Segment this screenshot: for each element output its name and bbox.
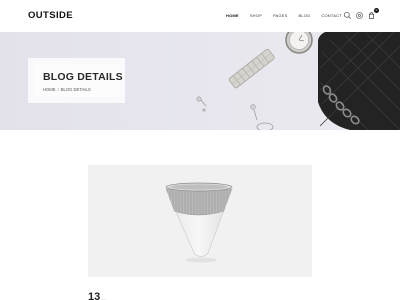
main-nav: HOME SHOP PAGES BLOG CONTACT <box>226 13 353 18</box>
breadcrumb-home-link[interactable]: HOME <box>43 87 56 92</box>
page-title: BLOG DETAILS <box>43 71 123 83</box>
cart-icon[interactable]: 0 <box>367 8 379 20</box>
site-logo[interactable]: OUTSIDE <box>28 10 73 21</box>
cart-count-badge: 0 <box>374 8 379 13</box>
gear-icon[interactable] <box>355 11 364 20</box>
nav-item-home[interactable]: HOME <box>226 13 239 18</box>
nav-item-pages[interactable]: PAGES <box>273 13 288 18</box>
post-featured-image <box>88 165 312 277</box>
breadcrumb-separator: / <box>57 87 59 92</box>
post-date-suffix: ... <box>102 296 106 300</box>
search-icon[interactable] <box>343 11 352 20</box>
site-header: OUTSIDE HOME SHOP PAGES BLOG CONTACT 0 <box>0 0 400 32</box>
breadcrumb-current: BLOG DETAILS <box>60 87 91 92</box>
header-icons: 0 <box>343 8 379 20</box>
nav-item-shop[interactable]: SHOP <box>250 13 262 18</box>
nav-item-blog[interactable]: BLOG <box>298 13 310 18</box>
hero-banner: BLOG DETAILS HOME / BLOG DETAILS <box>0 32 400 130</box>
page: OUTSIDE HOME SHOP PAGES BLOG CONTACT 0 B… <box>0 0 400 300</box>
nav-item-contact[interactable]: CONTACT <box>321 13 341 18</box>
post-date-day: 13 <box>88 291 101 300</box>
breadcrumb: HOME / BLOG DETAILS <box>43 87 91 92</box>
post-date: 13... <box>88 291 106 300</box>
